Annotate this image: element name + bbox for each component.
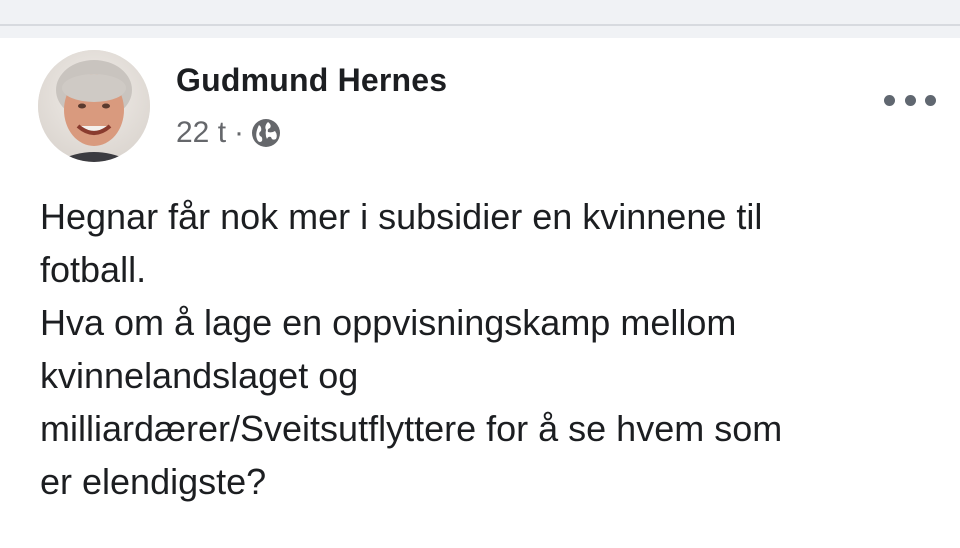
feed-divider [0, 0, 960, 26]
post-card: Gudmund Hernes 22 t · Hegnar får nok mer… [0, 38, 960, 548]
meta-separator: · [234, 116, 245, 149]
post-text-line: Hva om å lage en oppvisningskamp mellom [40, 302, 737, 343]
globe-icon[interactable] [250, 117, 282, 149]
post-text-line: Hegnar får nok mer i subsidier en kvinne… [40, 196, 763, 237]
post-text-line: kvinnelandslaget og [40, 355, 359, 396]
more-dot [925, 94, 936, 106]
author-name[interactable]: Gudmund Hernes [176, 62, 447, 99]
more-options-button[interactable] [884, 80, 936, 120]
author-avatar[interactable] [38, 50, 150, 162]
avatar-photo [38, 50, 150, 162]
post-meta: 22 t · [176, 116, 282, 150]
more-dot [904, 94, 916, 106]
more-horizontal-icon [884, 94, 895, 106]
post-text: Hegnar får nok mer i subsidier en kvinne… [40, 190, 940, 508]
post-timestamp[interactable]: 22 t [176, 116, 226, 150]
post-text-line: milliardærer/Sveitsutflyttere for å se h… [40, 408, 783, 449]
post-text-line: fotball. [40, 249, 147, 290]
post-text-line: er elendigste? [40, 461, 267, 502]
